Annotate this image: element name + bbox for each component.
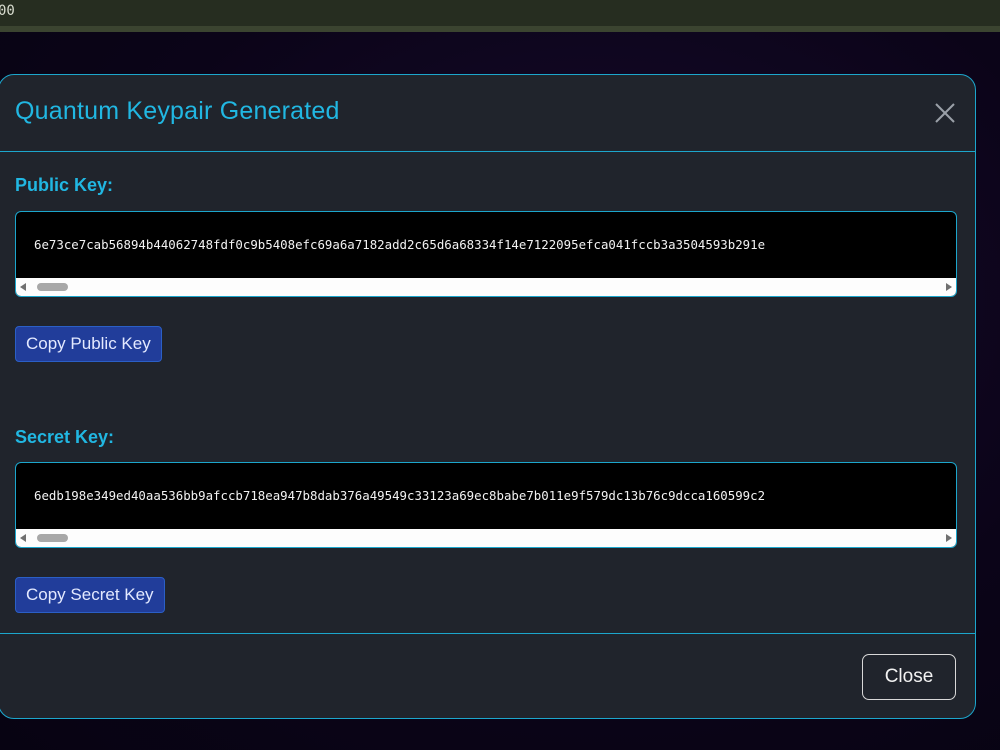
copy-public-key-button[interactable]: Copy Public Key [15,326,162,362]
keypair-modal: Quantum Keypair Generated Public Key: 6e… [0,74,976,719]
close-button[interactable]: Close [862,654,956,700]
top-bar: 00 [0,0,1000,32]
copy-secret-key-button[interactable]: Copy Secret Key [15,577,165,613]
modal-footer: Close [0,633,975,718]
secret-key-value: 6edb198e349ed40aa536bb9afccb718ea947b8da… [34,488,766,503]
secret-key-scrollbar[interactable] [16,529,956,547]
scroll-left-arrow-icon[interactable] [20,283,26,291]
secret-key-field[interactable]: 6edb198e349ed40aa536bb9afccb718ea947b8da… [15,462,957,548]
modal-header: Quantum Keypair Generated [0,75,975,152]
scroll-left-arrow-icon[interactable] [20,534,26,542]
public-key-value: 6e73ce7cab56894b44062748fdf0c9b5408efc69… [34,237,766,252]
scroll-thumb[interactable] [37,534,68,542]
public-key-label: Public Key: [15,175,114,195]
public-key-field[interactable]: 6e73ce7cab56894b44062748fdf0c9b5408efc69… [15,211,957,297]
scroll-right-arrow-icon[interactable] [946,283,952,291]
secret-key-label: Secret Key: [15,427,115,447]
modal-title: Quantum Keypair Generated [15,97,340,125]
scroll-right-arrow-icon[interactable] [946,534,952,542]
close-icon[interactable] [933,101,957,125]
top-bar-text: 00 [0,3,15,19]
scroll-thumb[interactable] [37,283,68,291]
public-key-scrollbar[interactable] [16,278,956,296]
